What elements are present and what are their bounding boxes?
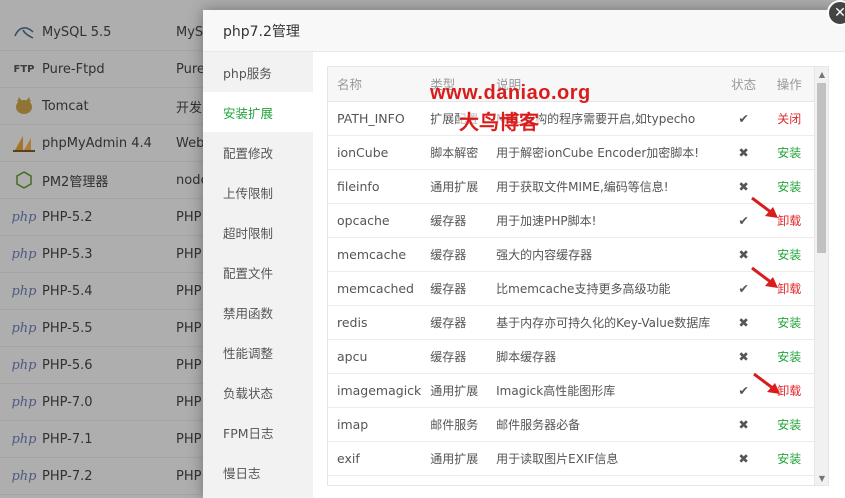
table-row: imap 邮件服务 邮件服务器必备 ✖ 安装 — [328, 407, 814, 442]
table-row: apcu 缓存器 脚本缓存器 ✖ 安装 — [328, 339, 814, 374]
header-name: 名称 — [328, 67, 422, 102]
sidebar-item[interactable]: 配置修改 — [203, 132, 313, 172]
extension-name: imap — [328, 407, 422, 442]
table-row: fileinfo 通用扩展 用于获取文件MIME,编码等信息! ✖ 安装 — [328, 169, 814, 204]
dialog-title: php7.2管理 — [203, 10, 845, 52]
extension-name: memcached — [328, 271, 422, 306]
sidebar-item[interactable]: FPM日志 — [203, 412, 313, 452]
install-button[interactable]: 安装 — [777, 146, 801, 160]
extension-type: 通用扩展 — [421, 441, 488, 476]
cross-icon: ✖ — [722, 305, 765, 340]
extension-type: 缓存器 — [421, 305, 488, 340]
extension-name: memcache — [328, 237, 422, 272]
check-icon: ✔ — [722, 101, 765, 136]
watermark-name: 大鸟博客 — [459, 106, 539, 135]
extension-type: 通用扩展 — [421, 373, 488, 408]
extension-desc: 脚本缓存器 — [487, 339, 723, 374]
extension-name: redis — [328, 305, 422, 340]
cross-icon: ✖ — [722, 407, 765, 442]
table-row: ionCube 脚本解密 用于解密ionCube Encoder加密脚本! ✖ 安装 — [328, 135, 814, 170]
watermark-url: www.daniao.org — [430, 82, 591, 104]
extension-desc: 用于解密ionCube Encoder加密脚本! — [487, 135, 723, 170]
uninstall-button[interactable]: 卸载 — [777, 214, 801, 228]
install-button[interactable]: 安装 — [777, 180, 801, 194]
scrollbar-thumb[interactable] — [817, 83, 826, 253]
cross-icon: ✖ — [722, 339, 765, 374]
cross-icon: ✖ — [722, 441, 765, 476]
extension-name: ionCube — [328, 135, 422, 170]
extension-type: 缓存器 — [421, 237, 488, 272]
install-button[interactable]: 安装 — [777, 452, 801, 466]
sidebar-item[interactable]: 禁用函数 — [203, 292, 313, 332]
annotation-arrow-icon — [751, 266, 778, 288]
uninstall-button[interactable]: 卸载 — [777, 282, 801, 296]
sidebar-item[interactable]: 性能调整 — [203, 332, 313, 372]
sidebar-item[interactable]: 慢日志 — [203, 452, 313, 492]
install-button[interactable]: 安装 — [777, 316, 801, 330]
header-status: 状态 — [722, 67, 765, 102]
table-row: redis 缓存器 基于内存亦可持久化的Key-Value数据库 ✖ 安装 — [328, 305, 814, 340]
cross-icon: ✖ — [722, 135, 765, 170]
extension-name: fileinfo — [328, 169, 422, 204]
extension-name: imagemagick — [328, 373, 422, 408]
extension-type: 缓存器 — [421, 339, 488, 374]
scroll-up-arrow-icon[interactable]: ▲ — [815, 67, 828, 81]
extension-desc: 邮件服务器必备 — [487, 407, 723, 442]
extension-type: 通用扩展 — [421, 169, 488, 204]
extension-desc: 用于加速PHP脚本! — [487, 203, 723, 238]
sidebar-item[interactable]: 上传限制 — [203, 172, 313, 212]
table-row: memcached 缓存器 比memcache支持更多高级功能 ✔ 卸载 — [328, 271, 814, 306]
extension-name: apcu — [328, 339, 422, 374]
dialog-sidebar: php服务 安装扩展 配置修改 上传限制 超时限制 配置文件 禁用函数 性能调整 负载状态 FPM… — [203, 52, 313, 498]
table-row: opcache 缓存器 用于加速PHP脚本! ✔ 卸载 — [328, 203, 814, 238]
sidebar-item[interactable]: php服务 — [203, 52, 313, 92]
annotation-arrow-icon — [751, 196, 778, 218]
extension-type: 邮件服务 — [421, 407, 488, 442]
extension-desc: 基于内存亦可持久化的Key-Value数据库 — [487, 305, 723, 340]
annotation-arrow-icon — [753, 372, 780, 394]
install-button[interactable]: 安装 — [777, 248, 801, 262]
header-op: 操作 — [764, 67, 814, 102]
extension-desc: 用于获取文件MIME,编码等信息! — [487, 169, 723, 204]
uninstall-button[interactable]: 关闭 — [777, 112, 801, 126]
sidebar-item[interactable]: 负载状态 — [203, 372, 313, 412]
table-row: imagemagick 通用扩展 Imagick高性能图形库 ✔ 卸载 — [328, 373, 814, 408]
table-row: memcache 缓存器 强大的内容缓存器 ✖ 安装 — [328, 237, 814, 272]
sidebar-item[interactable]: 安装扩展 — [203, 92, 313, 132]
sidebar-item[interactable]: 超时限制 — [203, 212, 313, 252]
sidebar-item[interactable]: 配置文件 — [203, 252, 313, 292]
extension-desc: 强大的内容缓存器 — [487, 237, 723, 272]
table-scrollbar[interactable]: ▲ ▼ — [814, 67, 828, 485]
extension-name: opcache — [328, 203, 422, 238]
install-button[interactable]: 安装 — [777, 418, 801, 432]
extension-type: 脚本解密 — [421, 135, 488, 170]
extension-name: PATH_INFO — [328, 101, 422, 136]
extension-desc: Imagick高性能图形库 — [487, 373, 723, 408]
table-row: exif 通用扩展 用于读取图片EXIF信息 ✖ 安装 — [328, 441, 814, 476]
extension-desc: 比memcache支持更多高级功能 — [487, 271, 723, 306]
scroll-down-arrow-icon[interactable]: ▼ — [815, 471, 828, 485]
extension-type: 缓存器 — [421, 203, 488, 238]
install-button[interactable]: 安装 — [777, 350, 801, 364]
table-row: PATH_INFO 扩展配置 MVC架构的程序需要开启,如typecho ✔ 关闭 — [328, 101, 814, 136]
extension-type: 缓存器 — [421, 271, 488, 306]
extension-desc: 用于读取图片EXIF信息 — [487, 441, 723, 476]
extension-table: 名称 类型 说明 状态 操作 PATH_INFO 扩展配置 MVC架构的程序需要开启… — [328, 67, 814, 476]
extension-name: exif — [328, 441, 422, 476]
